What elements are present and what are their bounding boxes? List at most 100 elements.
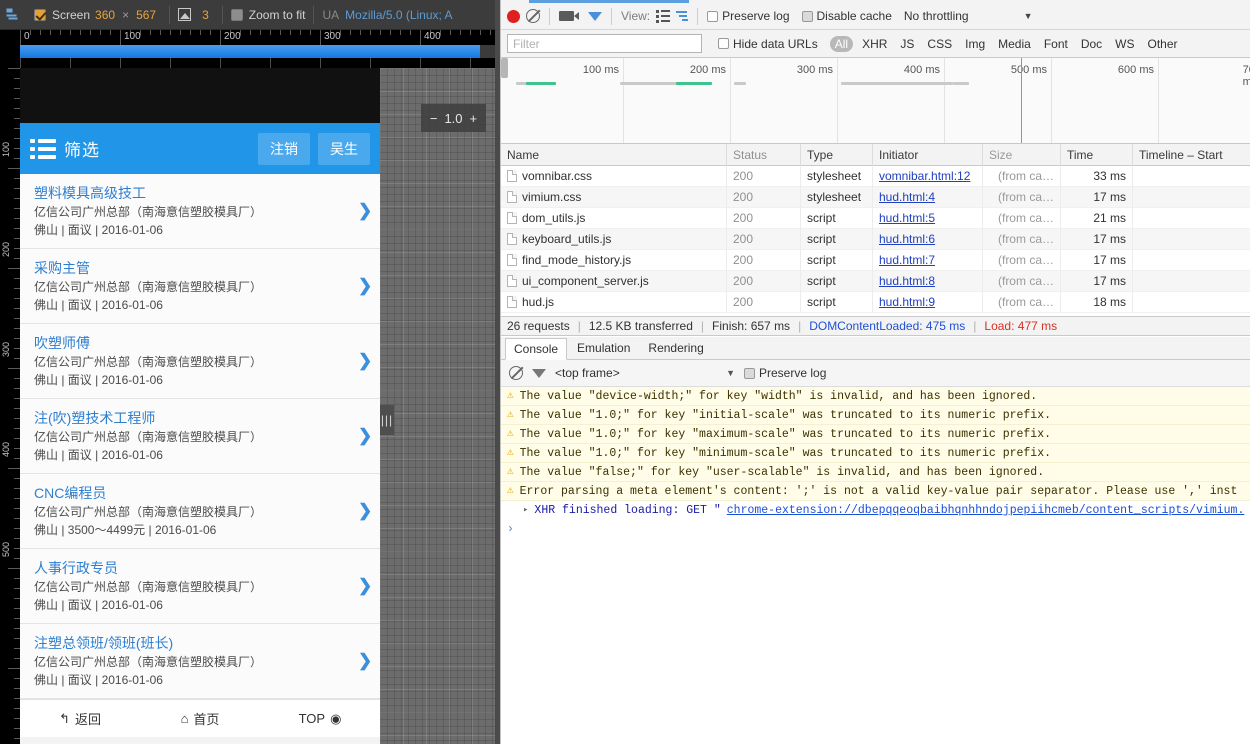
clear-icon[interactable] <box>526 9 540 23</box>
job-list-item[interactable]: 注塑总领班/领班(班长) 亿信公司广州总部（南海意信塑胶模具厂） 佛山 | 面议 |… <box>20 624 380 699</box>
zoom-in-button[interactable]: + <box>470 111 478 126</box>
chevron-right-icon[interactable]: ❯ <box>358 577 372 595</box>
job-list-item[interactable]: 吹塑师傅 亿信公司广州总部（南海意信塑胶模具厂） 佛山 | 面议 | 2016-01… <box>20 324 380 399</box>
chevron-right-icon[interactable]: ❯ <box>358 202 372 220</box>
drawer-tab-console[interactable]: Console <box>505 338 568 360</box>
zoom-to-fit-checkbox[interactable] <box>230 8 243 21</box>
frame-select[interactable]: <top frame> ▼ <box>555 366 735 380</box>
drawer-tab-emulation[interactable]: Emulation <box>569 338 638 358</box>
zoom-to-fit-group[interactable]: Zoom to fit <box>223 0 314 30</box>
screen-height-input[interactable]: 567 <box>131 8 161 22</box>
chevron-right-icon[interactable]: ❯ <box>358 277 372 295</box>
table-row[interactable]: vimium.css 200 stylesheet hud.html:4 (from c… <box>501 186 1250 208</box>
zoom-out-button[interactable]: − <box>430 111 438 126</box>
cell-name[interactable]: vimium.css <box>501 186 727 208</box>
filter-type-js[interactable]: JS <box>896 36 918 52</box>
ua-value[interactable]: Mozilla/5.0 (Linux; A <box>345 8 452 22</box>
logout-button[interactable]: 注销 <box>258 132 310 165</box>
viewport-resize-handle[interactable]: ||| <box>380 405 394 435</box>
initiator-link[interactable]: hud.html:8 <box>879 274 935 288</box>
chevron-right-icon[interactable]: ❯ <box>358 427 372 445</box>
expand-triangle-icon[interactable]: ▸ <box>523 503 528 518</box>
camera-icon[interactable] <box>559 11 579 21</box>
footer-item-home[interactable]: ⌂ 首页 <box>140 709 260 728</box>
filter-type-all[interactable]: All <box>829 35 854 52</box>
job-list-item[interactable]: CNC编程员 亿信公司广州总部（南海意信塑胶模具厂） 佛山 | 3500～4499元… <box>20 474 380 549</box>
console-xhr-url[interactable]: chrome-extension://dbepqqeoqbaibhqnhhndo… <box>727 503 1245 518</box>
console-preserve-log-checkbox[interactable] <box>744 367 755 379</box>
console-xhr-message[interactable]: ▸ XHR finished loading: GET " chrome-ext… <box>501 501 1250 520</box>
table-row[interactable]: find_mode_history.js 200 script hud.html:7 (… <box>501 249 1250 271</box>
filter-type-doc[interactable]: Doc <box>1077 36 1106 52</box>
initiator-link[interactable]: hud.html:4 <box>879 190 935 204</box>
table-row[interactable]: dom_utils.js 200 script hud.html:5 (from ca…… <box>501 207 1250 229</box>
chevron-right-icon[interactable]: ❯ <box>358 352 372 370</box>
waterfall-view-icon[interactable] <box>676 11 689 21</box>
hide-data-urls-checkbox[interactable] <box>718 38 729 49</box>
user-button[interactable]: 吴生 <box>318 132 370 165</box>
cell-name[interactable]: keyboard_utils.js <box>501 228 727 250</box>
column-header-initiator[interactable]: Initiator <box>873 144 983 166</box>
funnel-icon[interactable] <box>532 368 546 391</box>
chevron-right-icon[interactable]: ❯ <box>358 652 372 670</box>
preserve-log-toggle[interactable]: Preserve log <box>707 9 790 23</box>
vertical-ruler: 100 200 300 400 500 <box>0 68 20 744</box>
table-row[interactable]: keyboard_utils.js 200 script hud.html:6 (fro… <box>501 228 1250 250</box>
footer-item-top[interactable]: TOP ◉ <box>260 711 380 727</box>
cell-name[interactable]: find_mode_history.js <box>501 249 727 271</box>
cell-name[interactable]: hud.js <box>501 291 727 313</box>
initiator-link[interactable]: hud.html:9 <box>879 295 935 309</box>
column-header-time[interactable]: Time <box>1061 144 1133 166</box>
filter-type-img[interactable]: Img <box>961 36 989 52</box>
filter-type-media[interactable]: Media <box>994 36 1035 52</box>
column-header-type[interactable]: Type <box>801 144 873 166</box>
console-preserve-log-toggle[interactable]: Preserve log <box>744 366 826 380</box>
column-header-size[interactable]: Size <box>983 144 1061 166</box>
cell-name[interactable]: vomnibar.css <box>501 165 727 187</box>
network-overview-timeline[interactable]: 100 ms 200 ms 300 ms 400 ms 500 ms 600 ms 700 … <box>501 58 1250 144</box>
disable-cache-checkbox[interactable] <box>801 10 813 22</box>
clear-icon[interactable] <box>509 366 523 380</box>
drawer-tab-rendering[interactable]: Rendering <box>640 338 711 358</box>
table-row[interactable]: ui_component_server.js 200 script hud.html:… <box>501 270 1250 292</box>
initiator-link[interactable]: vomnibar.html:12 <box>879 169 970 183</box>
column-header-name[interactable]: Name <box>501 144 727 166</box>
job-list-item[interactable]: 塑料模具高级技工 亿信公司广州总部（南海意信塑胶模具厂） 佛山 | 面议 | 201… <box>20 174 380 249</box>
filter-type-css[interactable]: CSS <box>923 36 956 52</box>
dock-to-right-icon[interactable] <box>0 0 26 30</box>
column-header-timeline[interactable]: Timeline – Start Time <box>1133 144 1250 166</box>
disable-cache-toggle[interactable]: Disable cache <box>801 9 892 23</box>
filter-type-font[interactable]: Font <box>1040 36 1072 52</box>
console-prompt[interactable]: › <box>501 520 1250 539</box>
funnel-icon[interactable] <box>588 11 602 34</box>
hide-data-urls-toggle[interactable]: Hide data URLs <box>718 37 818 51</box>
initiator-link[interactable]: hud.html:7 <box>879 253 935 267</box>
screen-width-input[interactable]: 360 <box>90 8 120 22</box>
screen-checkbox[interactable] <box>34 8 46 21</box>
cell-name[interactable]: ui_component_server.js <box>501 270 727 292</box>
cell-name[interactable]: dom_utils.js <box>501 207 727 229</box>
filter-type-xhr[interactable]: XHR <box>858 36 891 52</box>
table-row[interactable]: vomnibar.css 200 stylesheet vomnibar.html:1… <box>501 165 1250 187</box>
table-row[interactable]: hud.js 200 script hud.html:9 (from ca… 18 ms <box>501 291 1250 313</box>
job-list-item[interactable]: 注(吹)塑技术工程师 亿信公司广州总部（南海意信塑胶模具厂） 佛山 | 面议 | 2… <box>20 399 380 474</box>
device-pixel-ratio-input[interactable]: 3 <box>197 8 214 22</box>
preserve-log-checkbox[interactable] <box>707 10 719 22</box>
overview-scroll-thumb[interactable] <box>501 58 508 78</box>
filter-type-ws[interactable]: WS <box>1111 36 1138 52</box>
overview-request-bar <box>953 82 969 85</box>
list-view-icon[interactable] <box>656 10 670 23</box>
record-button[interactable] <box>507 9 520 23</box>
job-list-item[interactable]: 人事行政专员 亿信公司广州总部（南海意信塑胶模具厂） 佛山 | 面议 | 2016-… <box>20 549 380 624</box>
filter-input[interactable] <box>507 34 702 53</box>
job-list-item[interactable]: 采购主管 亿信公司广州总部（南海意信塑胶模具厂） 佛山 | 面议 | 2016-01… <box>20 249 380 324</box>
initiator-link[interactable]: hud.html:5 <box>879 211 935 225</box>
column-header-status[interactable]: Status <box>727 144 801 166</box>
chevron-right-icon[interactable]: ❯ <box>358 502 372 520</box>
hamburger-list-icon[interactable] <box>30 138 56 159</box>
filter-type-other[interactable]: Other <box>1144 36 1182 52</box>
file-icon <box>507 296 517 308</box>
initiator-link[interactable]: hud.html:6 <box>879 232 935 246</box>
throttling-select[interactable]: No throttling ▼ <box>904 9 1033 23</box>
footer-item-back[interactable]: ↰ 返回 <box>20 709 140 728</box>
